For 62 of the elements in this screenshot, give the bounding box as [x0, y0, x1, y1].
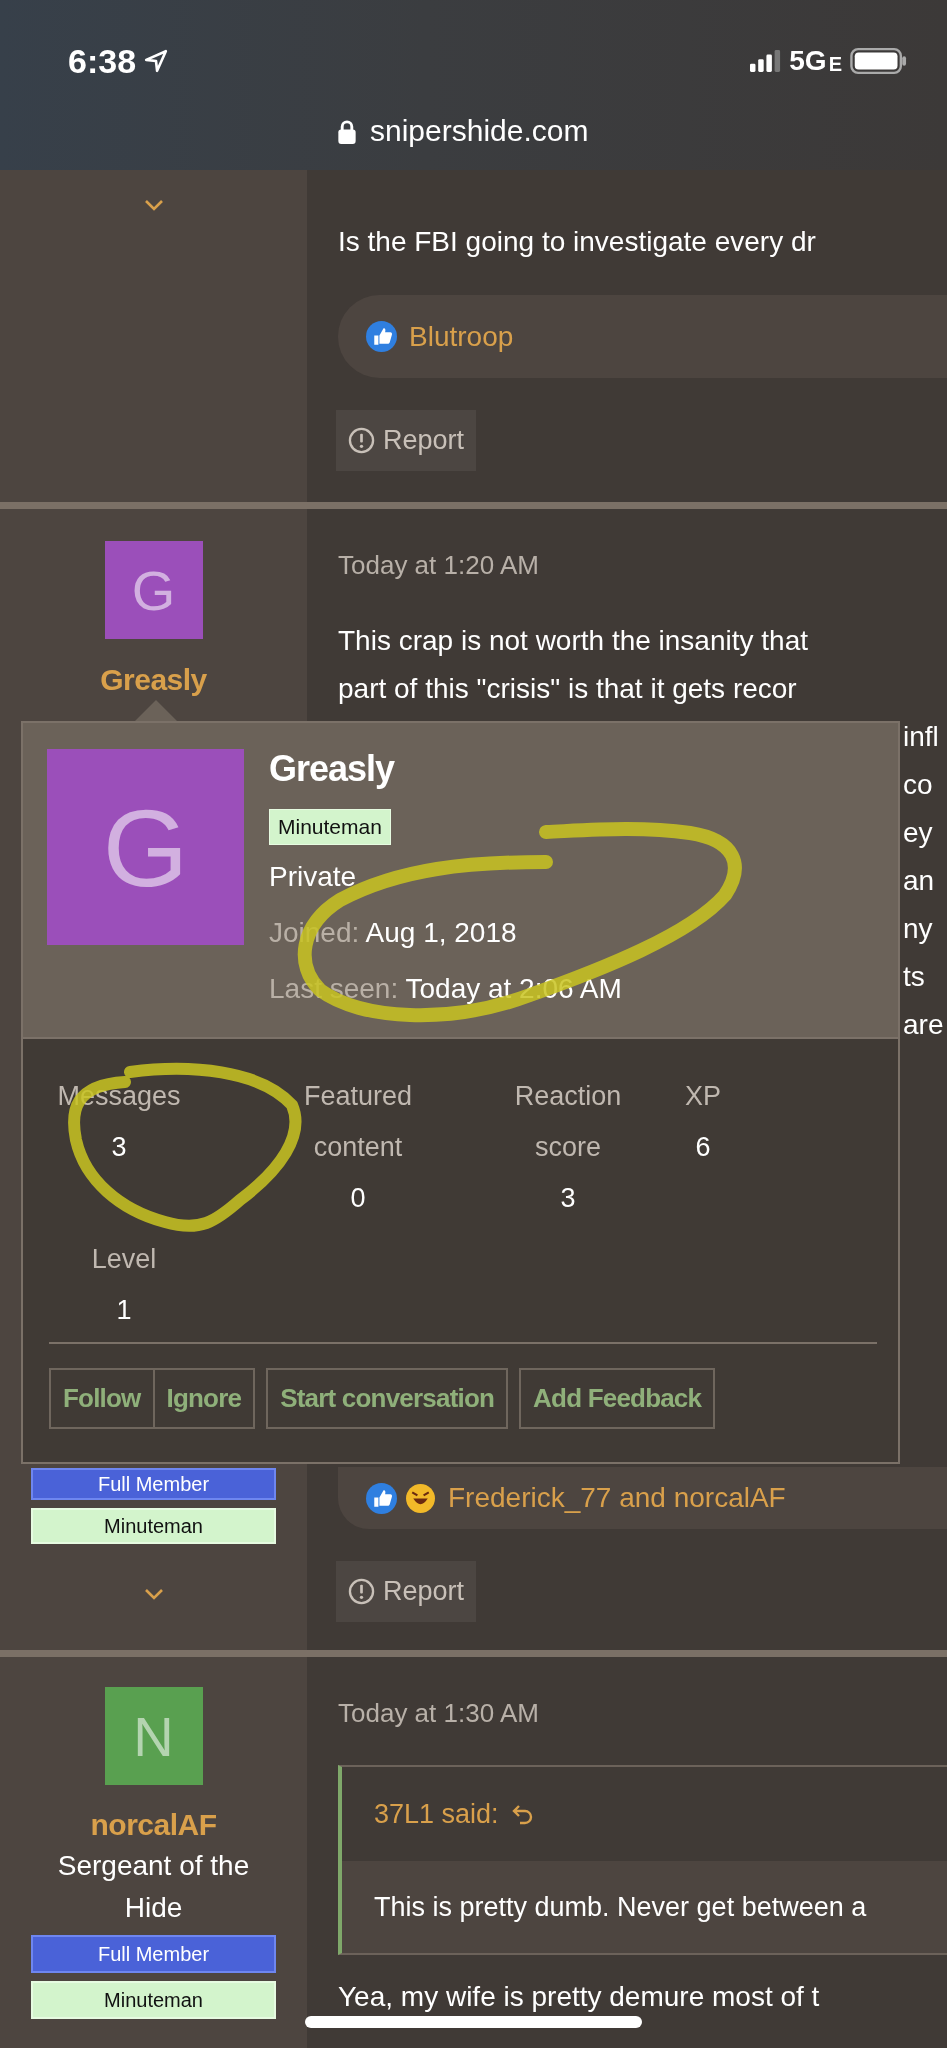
user-badge: Full Member	[31, 1468, 276, 1500]
lock-icon	[338, 118, 356, 144]
battery-icon	[850, 47, 907, 75]
chevron-down-icon[interactable]	[143, 1588, 164, 1600]
quote-text: This is pretty dumb. Never get between a	[374, 1891, 867, 1923]
stat-value: 0	[350, 1182, 366, 1215]
stat-label: XP	[685, 1080, 721, 1113]
clock-time: 6:38	[68, 41, 137, 81]
stat-value: 6	[695, 1131, 711, 1164]
report-button[interactable]: Report	[336, 1561, 477, 1622]
quote-author[interactable]: 37L1 said:	[374, 1798, 499, 1830]
post-text-fragment: an	[903, 864, 936, 898]
laughing-emoji-icon	[405, 1482, 436, 1514]
post-text-fragment: ts	[903, 960, 926, 994]
stat-label: Reaction score	[513, 1080, 623, 1164]
username-link[interactable]: norcalAF	[90, 1805, 217, 1845]
return-arrow-icon[interactable]	[510, 1802, 535, 1826]
post-time[interactable]: Today at 1:30 AM	[338, 1697, 539, 1729]
chevron-down-icon[interactable]	[143, 199, 164, 211]
alert-circle-icon	[348, 427, 375, 454]
post-text: Yea, my wife is pretty demure most of t	[338, 1980, 820, 2014]
stat-label: Level	[91, 1243, 157, 1276]
card-action-button[interactable]: Follow	[49, 1368, 153, 1429]
post-text-fragment: infl	[903, 720, 940, 754]
stat-label: Featured content	[302, 1080, 414, 1164]
thumbs-up-icon	[366, 321, 397, 352]
user-title: Private	[269, 860, 357, 894]
thumbs-up-icon	[366, 1482, 397, 1514]
user-title: Sergeant of the Hide	[56, 1849, 251, 1925]
stat-value: 3	[111, 1131, 127, 1164]
stat-value: 3	[560, 1182, 576, 1215]
post-text-line: This crap is not worth the insanity that	[338, 624, 809, 658]
post-text-fragment: are	[903, 1008, 944, 1042]
user-badge: Minuteman	[31, 1508, 276, 1544]
card-action-button[interactable]: Start conversation	[266, 1368, 509, 1429]
user-avatar[interactable]: G	[104, 541, 203, 639]
location-arrow-icon	[144, 49, 169, 73]
user-badge: Minuteman	[31, 1981, 276, 2019]
network-label: 5G	[789, 45, 827, 77]
post-text-line: part of this "crisis" is that it gets recor	[338, 672, 798, 706]
username-link[interactable]: Greasly	[100, 660, 207, 700]
user-banner: Minuteman	[269, 809, 391, 845]
reactions-bar[interactable]: Blutroop	[338, 295, 947, 378]
address-url[interactable]: snipershide.com	[370, 114, 589, 148]
member-name[interactable]: Greasly	[269, 749, 395, 789]
post-text-fragment: ey	[903, 816, 934, 850]
reactions-bar[interactable]: Frederick_77 and norcalAF	[338, 1467, 947, 1529]
post-time[interactable]: Today at 1:20 AM	[338, 549, 539, 581]
card-action-button[interactable]: Add Feedback	[519, 1368, 716, 1429]
user-badge: Full Member	[31, 1935, 276, 1973]
stat-value: 1	[116, 1294, 132, 1327]
network-suffix: E	[828, 52, 842, 76]
report-button[interactable]: Report	[336, 410, 477, 471]
post-text-fragment: ny	[903, 912, 934, 946]
card-action-button[interactable]: Ignore	[152, 1368, 256, 1429]
post-text: Is the FBI going to investigate every dr	[338, 225, 816, 259]
last-seen-time: Today at 2:06 AM	[405, 973, 622, 1004]
joined-date: Aug 1, 2018	[365, 917, 517, 948]
user-avatar[interactable]: G	[47, 749, 244, 945]
signal-icon	[750, 50, 782, 72]
post-text-fragment: co	[903, 768, 934, 802]
alert-circle-icon	[348, 1578, 375, 1605]
